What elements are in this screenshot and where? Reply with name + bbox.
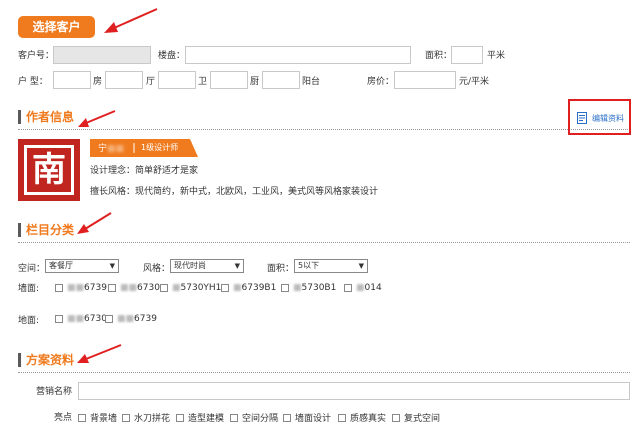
highlight-option[interactable]: 墙面设计: [283, 411, 331, 424]
area-label: 面积：: [425, 51, 453, 61]
checkbox[interactable]: [122, 413, 130, 422]
checkbox[interactable]: [344, 284, 352, 292]
highlight-option[interactable]: 空间分隔: [230, 411, 278, 424]
room-unit: 房: [93, 77, 103, 87]
highlight-option[interactable]: 复式空间: [392, 411, 440, 424]
highlight-option[interactable]: 背景墙: [78, 411, 117, 424]
checkbox[interactable]: [78, 413, 86, 422]
section-divider: [18, 242, 630, 243]
checkbox[interactable]: [281, 284, 289, 292]
highlight-option[interactable]: 造型建模: [176, 411, 224, 424]
chevron-down-icon: ▼: [234, 262, 240, 270]
select-customer-button[interactable]: 选择客户: [18, 16, 95, 38]
checkbox[interactable]: [160, 284, 168, 292]
floor-label: 地面:: [18, 316, 40, 326]
wall-option[interactable]: ■6739B1: [221, 283, 276, 293]
plan-section-title: 方案资料: [26, 353, 75, 367]
customer-id-label: 客户号：: [18, 51, 55, 61]
annotation-arrow: [77, 212, 112, 234]
wall-option[interactable]: ■5730B1: [281, 283, 336, 293]
hall-field[interactable]: [105, 71, 143, 89]
wall-option[interactable]: ■014: [344, 283, 382, 293]
section-divider: [18, 372, 630, 373]
author-name: 宁■■: [98, 144, 125, 154]
category-section-title: 栏目分类: [26, 223, 75, 237]
section-divider: [18, 129, 630, 130]
highlight-option[interactable]: 水刀拼花: [122, 411, 170, 424]
author-section-title: 作者信息: [26, 110, 75, 124]
section-marker: [18, 353, 21, 367]
space-label: 空间：: [18, 264, 46, 274]
hall-unit: 厅: [146, 77, 156, 87]
estate-field[interactable]: [185, 46, 411, 64]
floor-option[interactable]: ■■6730: [55, 314, 107, 324]
author-tag: 宁■■ 1级设计师: [90, 139, 198, 157]
bath-unit: 卫: [198, 77, 208, 87]
wall-label: 墙面:: [18, 284, 40, 294]
checkbox[interactable]: [105, 315, 113, 323]
author-level: 1级设计师: [141, 143, 179, 152]
checkbox[interactable]: [108, 284, 116, 292]
author-styles: 擅长风格：现代简约，新中式，北欧风，工业风，美式风等风格家装设计: [90, 187, 379, 197]
chevron-down-icon: ▼: [358, 262, 364, 270]
marketing-name-field[interactable]: [78, 382, 630, 400]
annotation-arrow: [104, 8, 158, 33]
checkbox[interactable]: [55, 315, 63, 323]
checkbox[interactable]: [392, 413, 400, 422]
section-marker: [18, 223, 21, 237]
section-marker: [18, 110, 21, 124]
checkbox[interactable]: [230, 413, 238, 422]
kitchen-field[interactable]: [210, 71, 248, 89]
highlight-option[interactable]: 质感真实: [338, 411, 386, 424]
style-label: 风格：: [143, 264, 171, 274]
checkbox[interactable]: [55, 284, 63, 292]
room-field[interactable]: [53, 71, 91, 89]
checkbox[interactable]: [176, 413, 184, 422]
checkbox[interactable]: [221, 284, 229, 292]
avatar-seal: 南: [24, 145, 74, 195]
space-select[interactable]: 客餐厅 ▼: [45, 259, 119, 273]
balcony-field[interactable]: [262, 71, 300, 89]
price-label: 房价：: [367, 77, 395, 87]
estate-label: 楼盘：: [158, 51, 186, 61]
author-concept: 设计理念：简单舒适才是家: [90, 166, 199, 176]
annotation-arrow: [78, 110, 116, 127]
kitchen-unit: 厨: [250, 77, 260, 87]
area-field[interactable]: [451, 46, 483, 64]
layout-label: 户 型：: [18, 77, 48, 87]
area-unit: 平米: [487, 51, 506, 61]
price-field[interactable]: [394, 71, 456, 89]
checkbox[interactable]: [283, 413, 291, 422]
style-select[interactable]: 现代时尚 ▼: [170, 259, 244, 273]
floor-option[interactable]: ■■6739: [105, 314, 157, 324]
price-unit: 元/平米: [459, 77, 490, 87]
checkbox[interactable]: [338, 413, 346, 422]
customer-id-field[interactable]: [53, 46, 151, 64]
bath-field[interactable]: [158, 71, 196, 89]
wall-option[interactable]: ■5730YH1: [160, 283, 221, 293]
chevron-down-icon: ▼: [109, 262, 115, 270]
area-select[interactable]: 5以下 ▼: [294, 259, 368, 273]
edit-icon: [577, 112, 587, 124]
wall-option[interactable]: ■■6739: [55, 283, 107, 293]
author-avatar: 南: [18, 139, 80, 201]
highlights-label: 亮点: [54, 413, 73, 423]
wall-option[interactable]: ■■6730: [108, 283, 160, 293]
annotation-arrow: [77, 344, 122, 363]
marketing-name-label: 营销名称: [36, 387, 73, 397]
balcony-unit: 阳台: [302, 77, 321, 87]
area-select-label: 面积：: [267, 264, 295, 274]
edit-profile-link[interactable]: 编辑资料: [568, 99, 631, 135]
edit-profile-label: 编辑资料: [592, 114, 624, 123]
